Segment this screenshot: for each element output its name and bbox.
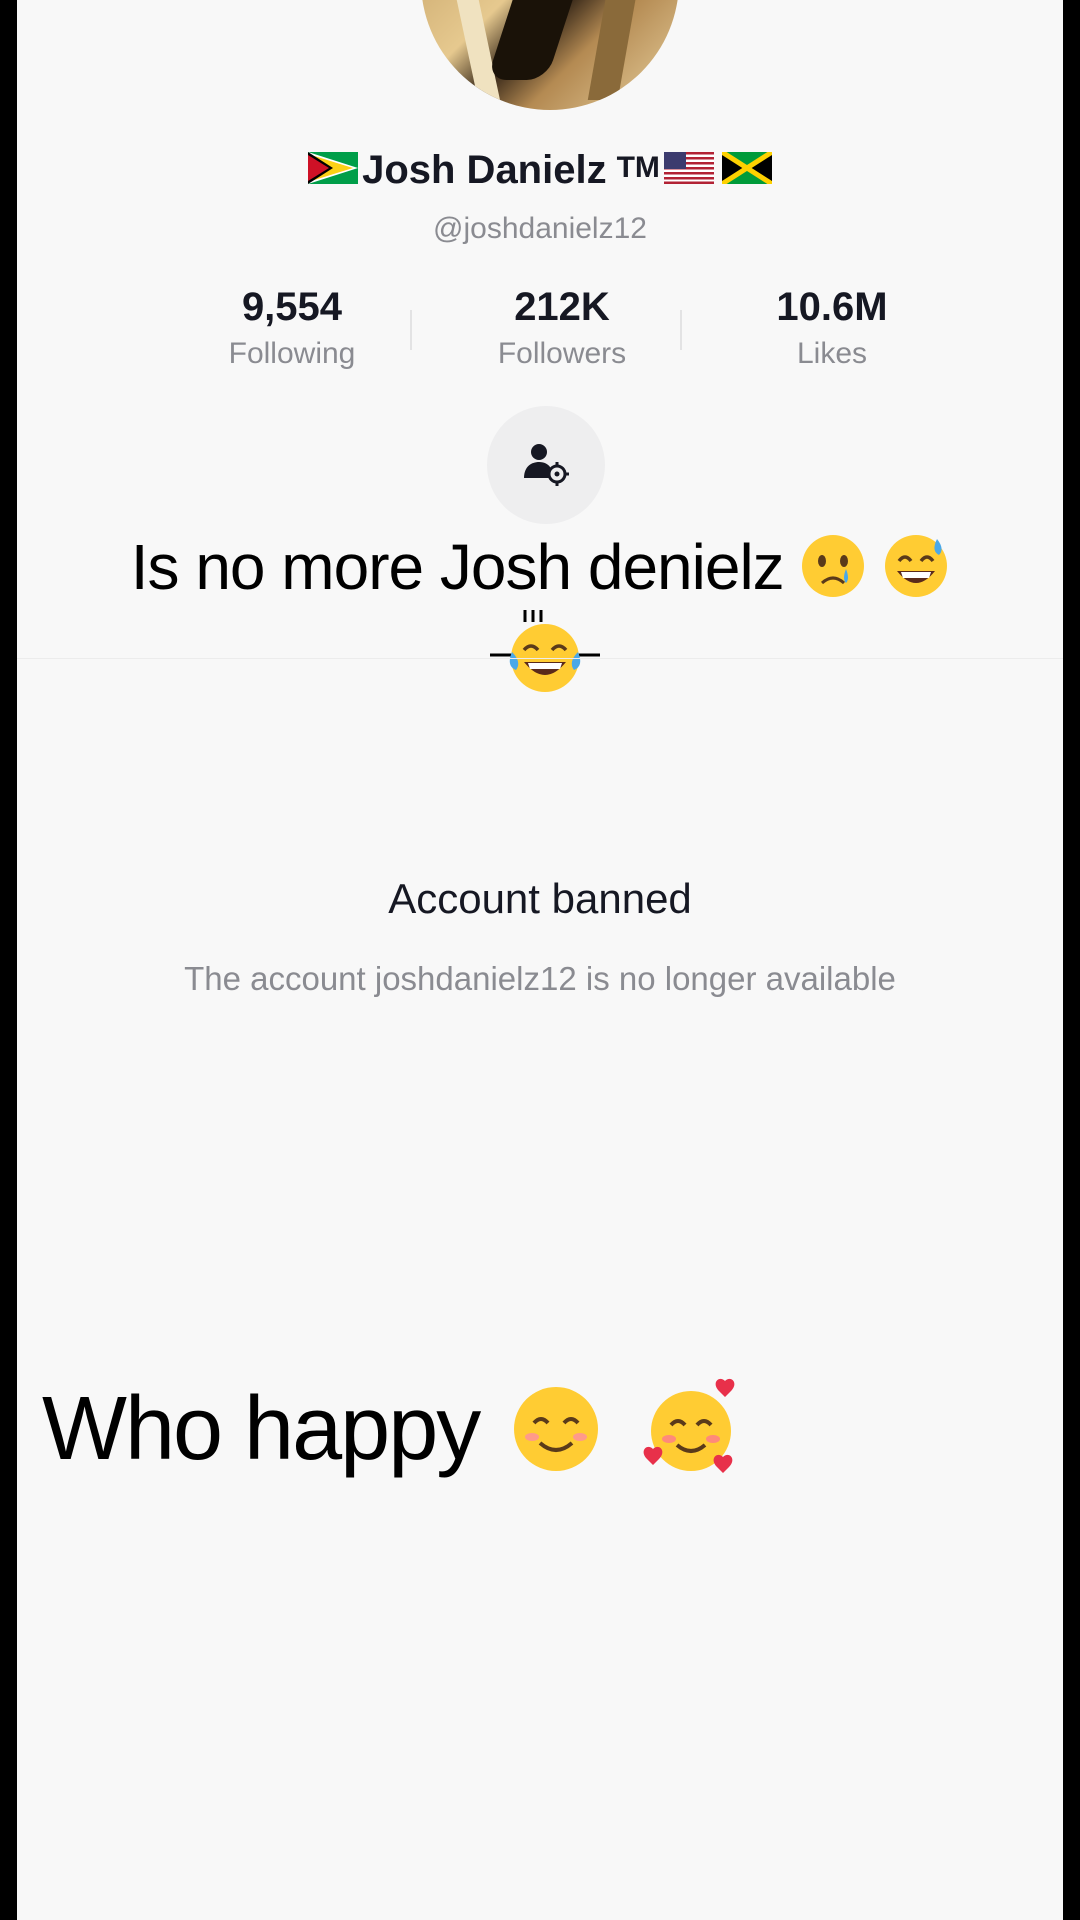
smiling-face-with-hearts-icon xyxy=(643,1379,735,1474)
stat-likes[interactable]: 10.6M Likes xyxy=(712,284,952,374)
tears-of-joy-sticker xyxy=(480,600,610,700)
likes-count: 10.6M xyxy=(776,285,888,329)
usa-flag-icon xyxy=(663,152,714,185)
profile-settings-button[interactable] xyxy=(487,406,605,524)
likes-label: Likes xyxy=(796,337,868,370)
profile-stats: 9,554 Following 212K Followers 10.6M Lik… xyxy=(17,284,1063,384)
smiling-face-icon xyxy=(514,1387,599,1472)
crying-face-icon xyxy=(802,535,865,598)
display-name: Josh Danielz xyxy=(362,148,607,192)
profile-screen: Josh Danielz TM @joshdanielz12 9,554 Foll… xyxy=(17,0,1063,1920)
user-settings-icon xyxy=(524,444,569,486)
avatar-photo-detail xyxy=(486,0,596,80)
stat-divider xyxy=(680,310,682,350)
avatar-photo-detail xyxy=(587,0,645,100)
following-count: 9,554 xyxy=(241,285,343,329)
guyana-flag-icon xyxy=(308,152,359,185)
following-label: Following xyxy=(228,337,356,370)
overlay-caption-bottom: Who happy xyxy=(42,1378,743,1487)
section-divider xyxy=(17,658,1063,659)
trademark-symbol: TM xyxy=(616,151,660,184)
stat-following[interactable]: 9,554 Following xyxy=(172,284,412,374)
caption-top-text: Is no more Josh denielz xyxy=(130,531,785,603)
grinning-sweat-face-icon xyxy=(885,535,948,598)
banned-message: The account joshdanielz12 is no longer a… xyxy=(184,960,896,997)
overlay-caption-top: Is no more Josh denielz xyxy=(17,530,1063,605)
display-name-row: Josh Danielz TM xyxy=(17,148,1063,193)
followers-count: 212K xyxy=(514,285,610,329)
avatar-photo-detail xyxy=(443,0,501,100)
jamaica-flag-icon xyxy=(721,152,772,185)
stat-followers[interactable]: 212K Followers xyxy=(442,284,682,374)
caption-bottom-text: Who happy xyxy=(42,1379,481,1479)
stat-divider xyxy=(410,310,412,350)
banned-title: Account banned xyxy=(388,875,692,922)
username-handle: @joshdanielz12 xyxy=(433,212,647,245)
profile-avatar[interactable] xyxy=(421,0,679,110)
tears-of-joy-face-icon xyxy=(490,610,600,692)
followers-label: Followers xyxy=(497,337,627,370)
